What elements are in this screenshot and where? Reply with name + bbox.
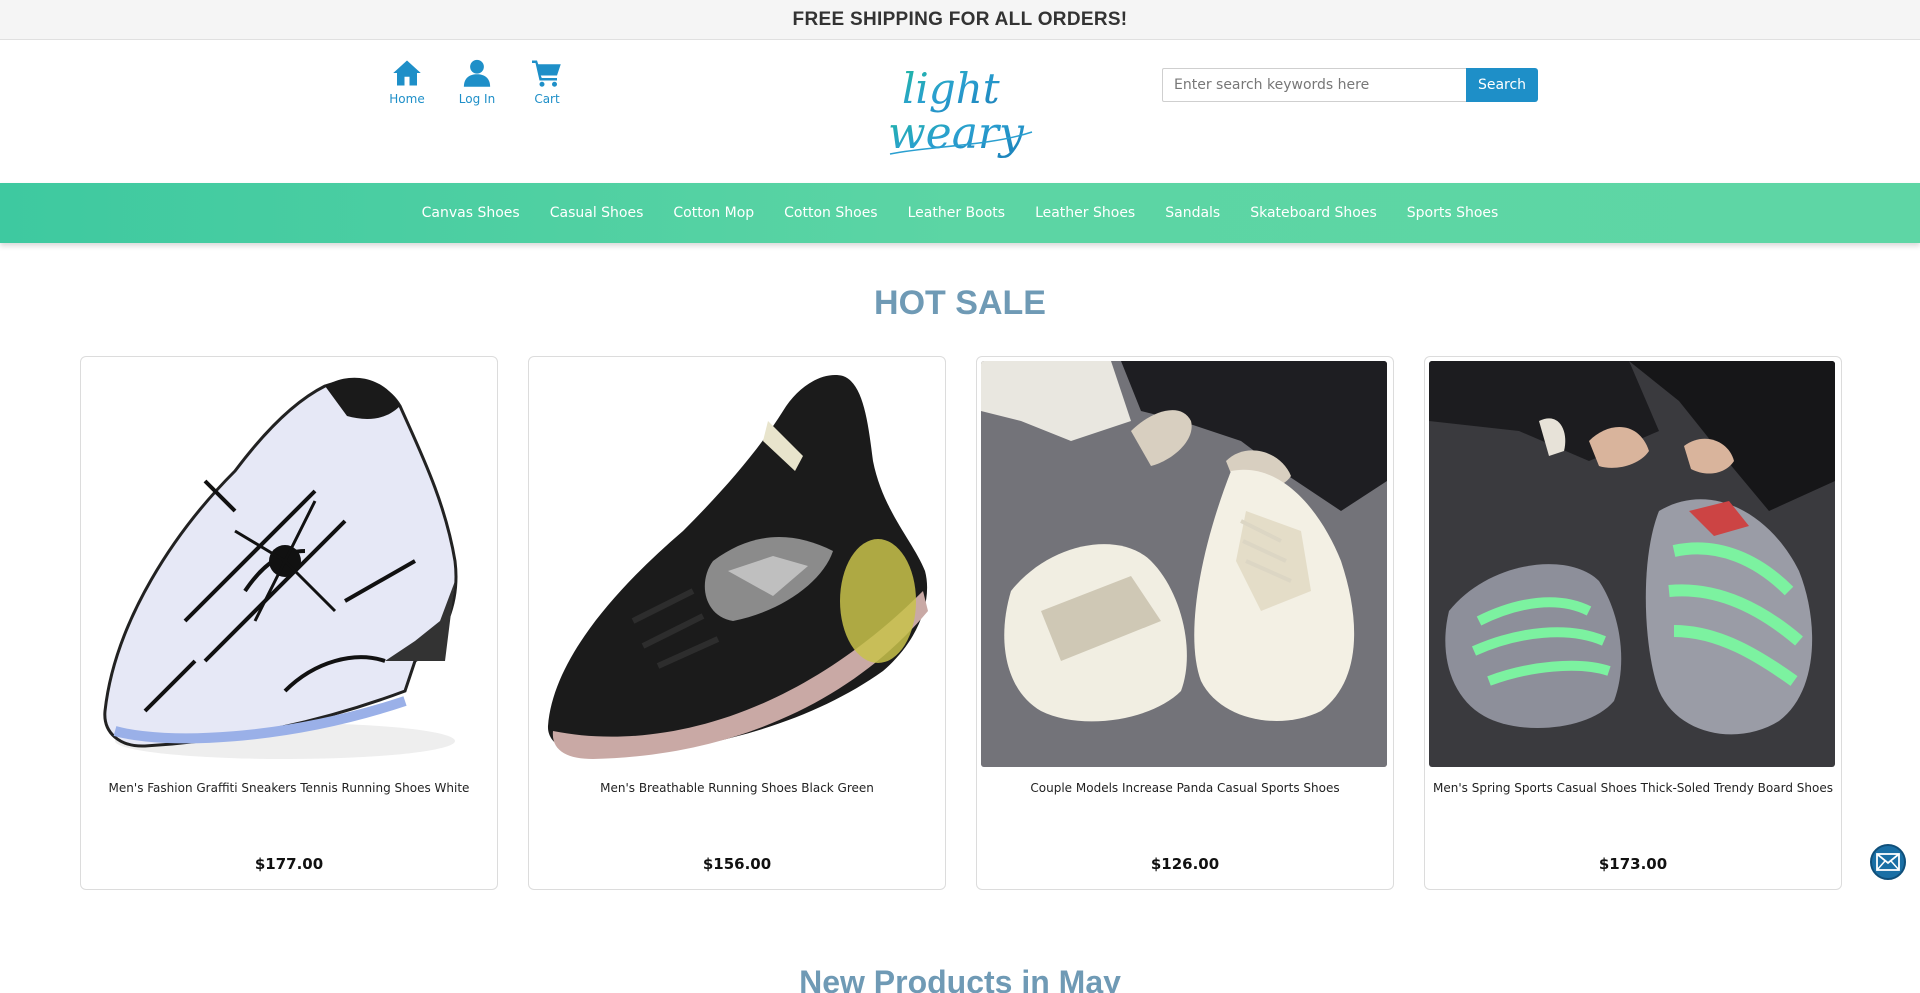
- nav-item-leather-shoes[interactable]: Leather Shoes: [1020, 205, 1150, 221]
- category-nav: Canvas Shoes Casual Shoes Cotton Mop Cot…: [0, 183, 1920, 243]
- nav-item-sports-shoes[interactable]: Sports Shoes: [1392, 205, 1514, 221]
- envelope-icon: [1876, 853, 1900, 871]
- home-link[interactable]: Home: [388, 58, 426, 106]
- header-icons: Home Log In Cart: [388, 58, 566, 106]
- product-card[interactable]: Men's Fashion Graffiti Sneakers Tennis R…: [80, 356, 498, 890]
- hot-sale-title: HOT SALE: [874, 284, 1046, 322]
- nav-item-cotton-shoes[interactable]: Cotton Shoes: [769, 205, 892, 221]
- site-logo[interactable]: light weary: [880, 58, 1040, 162]
- cart-icon: [532, 60, 561, 87]
- hot-sale-products: Men's Fashion Graffiti Sneakers Tennis R…: [80, 356, 1842, 890]
- nav-item-sandals[interactable]: Sandals: [1150, 205, 1235, 221]
- new-products-title: New Products in May: [799, 964, 1121, 993]
- search-bar: Search: [1162, 68, 1538, 102]
- mail-button[interactable]: [1870, 844, 1906, 880]
- product-image-white-sneaker[interactable]: [85, 361, 491, 767]
- product-name[interactable]: Men's Breathable Running Shoes Black Gre…: [537, 781, 937, 795]
- shipping-banner: FREE SHIPPING FOR ALL ORDERS!: [0, 0, 1920, 40]
- nav-item-leather-boots[interactable]: Leather Boots: [893, 205, 1020, 221]
- product-card[interactable]: Men's Breathable Running Shoes Black Gre…: [528, 356, 946, 890]
- login-link[interactable]: Log In: [458, 58, 496, 106]
- cart-link[interactable]: Cart: [528, 58, 566, 106]
- product-price: $126.00: [1150, 855, 1220, 873]
- login-label: Log In: [458, 92, 496, 106]
- product-price: $173.00: [1598, 855, 1668, 873]
- product-name[interactable]: Men's Fashion Graffiti Sneakers Tennis R…: [89, 781, 489, 795]
- user-icon: [463, 59, 491, 87]
- cart-label: Cart: [534, 92, 560, 106]
- home-label: Home: [389, 92, 425, 106]
- product-card[interactable]: Couple Models Increase Panda Casual Spor…: [976, 356, 1394, 890]
- nav-item-casual-shoes[interactable]: Casual Shoes: [535, 205, 659, 221]
- product-name[interactable]: Men's Spring Sports Casual Shoes Thick-S…: [1433, 781, 1833, 795]
- product-price: $156.00: [702, 855, 772, 873]
- product-image-white-chunky-sneakers[interactable]: [981, 361, 1387, 767]
- nav-item-canvas-shoes[interactable]: Canvas Shoes: [407, 205, 535, 221]
- search-input[interactable]: [1162, 68, 1466, 102]
- product-image-black-shoe[interactable]: [533, 361, 939, 767]
- nav-item-skateboard-shoes[interactable]: Skateboard Shoes: [1235, 205, 1392, 221]
- product-image-green-sneakers[interactable]: [1429, 361, 1835, 767]
- shipping-banner-text: FREE SHIPPING FOR ALL ORDERS!: [792, 8, 1128, 30]
- logo-word-light: light: [902, 64, 1000, 113]
- product-price: $177.00: [254, 855, 324, 873]
- home-icon: [393, 60, 421, 86]
- nav-item-cotton-mop[interactable]: Cotton Mop: [658, 205, 769, 221]
- product-name[interactable]: Couple Models Increase Panda Casual Spor…: [985, 781, 1385, 795]
- product-card[interactable]: Men's Spring Sports Casual Shoes Thick-S…: [1424, 356, 1842, 890]
- search-button[interactable]: Search: [1466, 68, 1538, 102]
